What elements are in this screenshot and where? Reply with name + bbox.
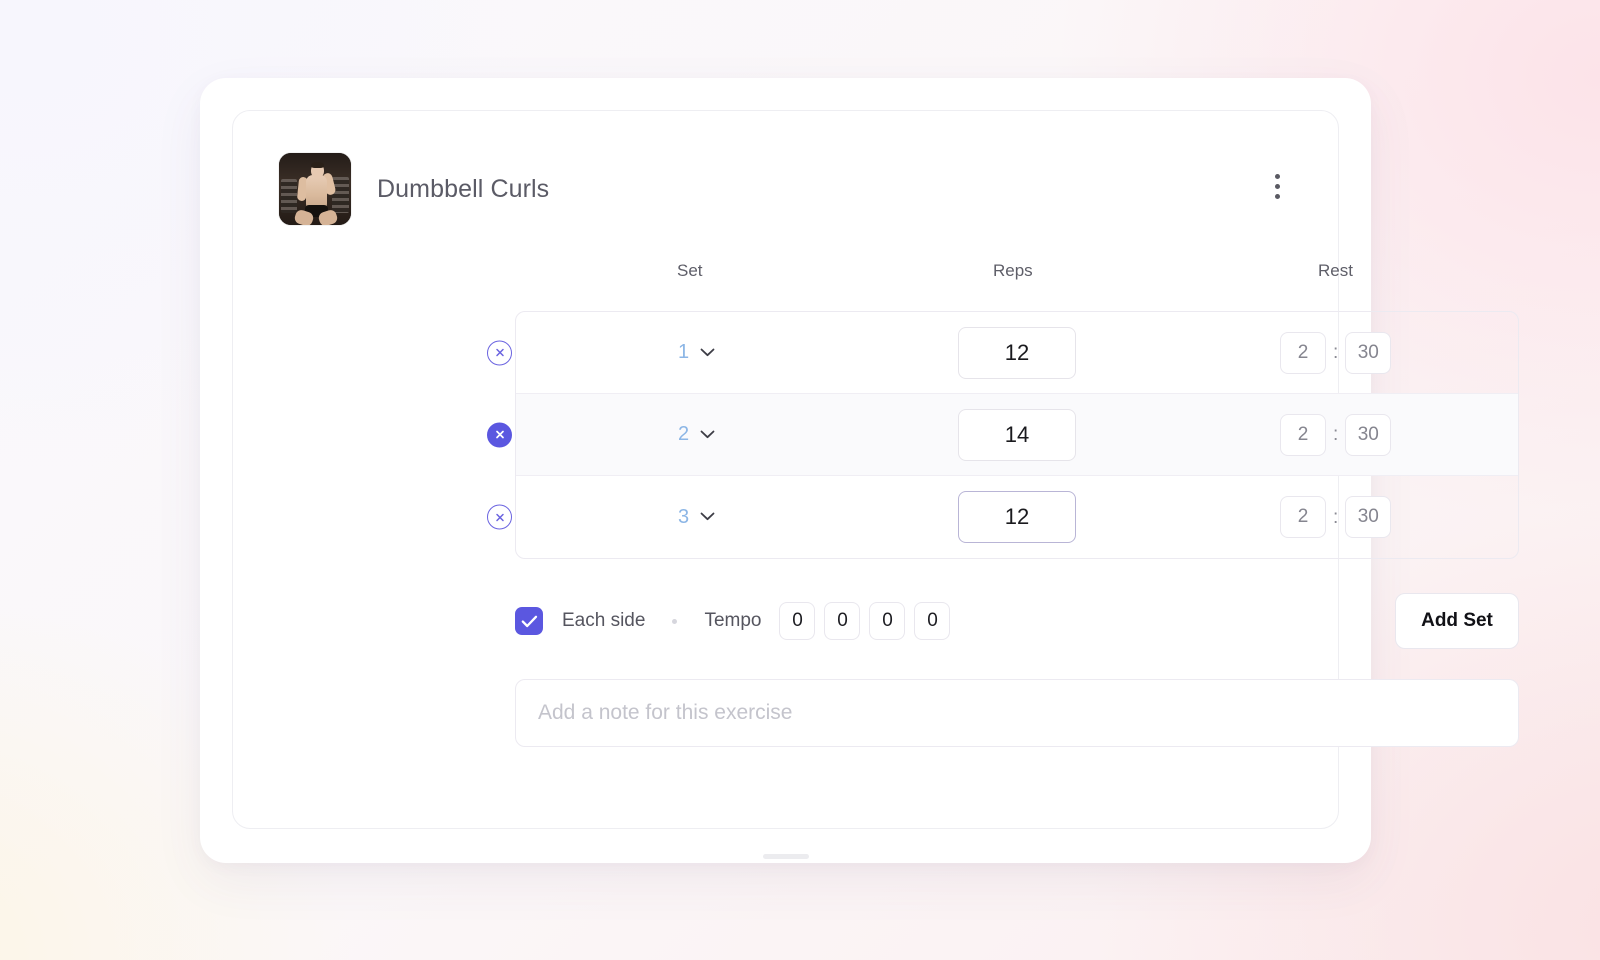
set-number: 3 bbox=[678, 505, 690, 528]
exercise-title: Dumbbell Curls bbox=[377, 174, 550, 203]
tempo-label: Tempo bbox=[704, 610, 762, 631]
rest-seconds-input[interactable] bbox=[1345, 496, 1392, 538]
tempo-input-4[interactable] bbox=[914, 602, 951, 640]
reps-cell bbox=[958, 491, 1076, 543]
sets-table: 1 : bbox=[233, 311, 1519, 559]
column-headers: Set Reps Rest bbox=[233, 261, 1353, 291]
table-row: 2 : bbox=[487, 394, 1518, 476]
reps-cell bbox=[958, 408, 1076, 461]
add-set-button[interactable]: Add Set bbox=[1395, 593, 1519, 649]
options-row: Each side Tempo Add Set bbox=[515, 593, 1519, 649]
column-header-set: Set bbox=[677, 261, 703, 280]
set-selector[interactable]: 2 bbox=[678, 423, 715, 446]
each-side-label: Each side bbox=[562, 610, 646, 631]
column-header-rest: Rest bbox=[1318, 261, 1353, 280]
chevron-down-icon bbox=[700, 426, 715, 444]
rest-seconds-input[interactable] bbox=[1345, 331, 1392, 374]
rest-minutes-input[interactable] bbox=[1280, 496, 1326, 538]
tempo-group bbox=[779, 602, 951, 640]
close-circle-icon bbox=[495, 430, 504, 439]
set-number: 1 bbox=[678, 341, 690, 363]
sheet-drag-handle[interactable] bbox=[762, 854, 809, 859]
reps-input[interactable] bbox=[958, 491, 1076, 543]
reps-input[interactable] bbox=[958, 326, 1076, 379]
rest-separator: : bbox=[1333, 506, 1339, 528]
set-number: 2 bbox=[678, 423, 690, 445]
exercise-card: Dumbbell Curls Set Reps Rest 1 12 2: 30… bbox=[232, 110, 1519, 829]
table-row: 3 : bbox=[487, 476, 1518, 558]
check-icon bbox=[521, 615, 537, 627]
tempo-input-3[interactable] bbox=[869, 602, 906, 640]
rest-minutes-input[interactable] bbox=[1280, 413, 1326, 456]
rest-minutes-input[interactable] bbox=[1280, 331, 1326, 374]
reps-cell bbox=[958, 326, 1076, 379]
chevron-down-icon bbox=[700, 344, 715, 362]
delete-set-button[interactable] bbox=[487, 340, 512, 365]
column-header-reps: Reps bbox=[993, 261, 1033, 280]
close-circle-icon bbox=[495, 513, 504, 521]
rest-cell: : bbox=[1280, 496, 1392, 538]
each-side-checkbox[interactable] bbox=[515, 607, 543, 635]
kebab-menu-icon[interactable] bbox=[1264, 169, 1290, 203]
sets-container: 1 : bbox=[487, 311, 1519, 559]
rest-separator: : bbox=[1333, 424, 1339, 445]
set-selector[interactable]: 3 bbox=[678, 506, 715, 529]
separator-dot bbox=[672, 618, 678, 624]
tempo-input-2[interactable] bbox=[824, 602, 861, 640]
rest-cell: : bbox=[1280, 413, 1392, 456]
set-selector[interactable]: 1 bbox=[678, 341, 715, 364]
rest-cell: : bbox=[1280, 331, 1392, 374]
exercise-header: Dumbbell Curls bbox=[233, 111, 1338, 225]
tempo-input-1[interactable] bbox=[779, 602, 816, 640]
rest-seconds-input[interactable] bbox=[1345, 413, 1392, 456]
rest-separator: : bbox=[1333, 342, 1339, 363]
delete-set-button[interactable] bbox=[487, 504, 512, 530]
exercise-thumbnail-photo[interactable] bbox=[279, 153, 351, 225]
chevron-down-icon bbox=[700, 508, 715, 526]
table-row: 1 : bbox=[487, 312, 1518, 394]
reps-input[interactable] bbox=[958, 408, 1076, 461]
delete-set-button[interactable] bbox=[487, 422, 512, 447]
close-circle-icon bbox=[495, 348, 504, 357]
exercise-note-input[interactable] bbox=[515, 679, 1519, 747]
